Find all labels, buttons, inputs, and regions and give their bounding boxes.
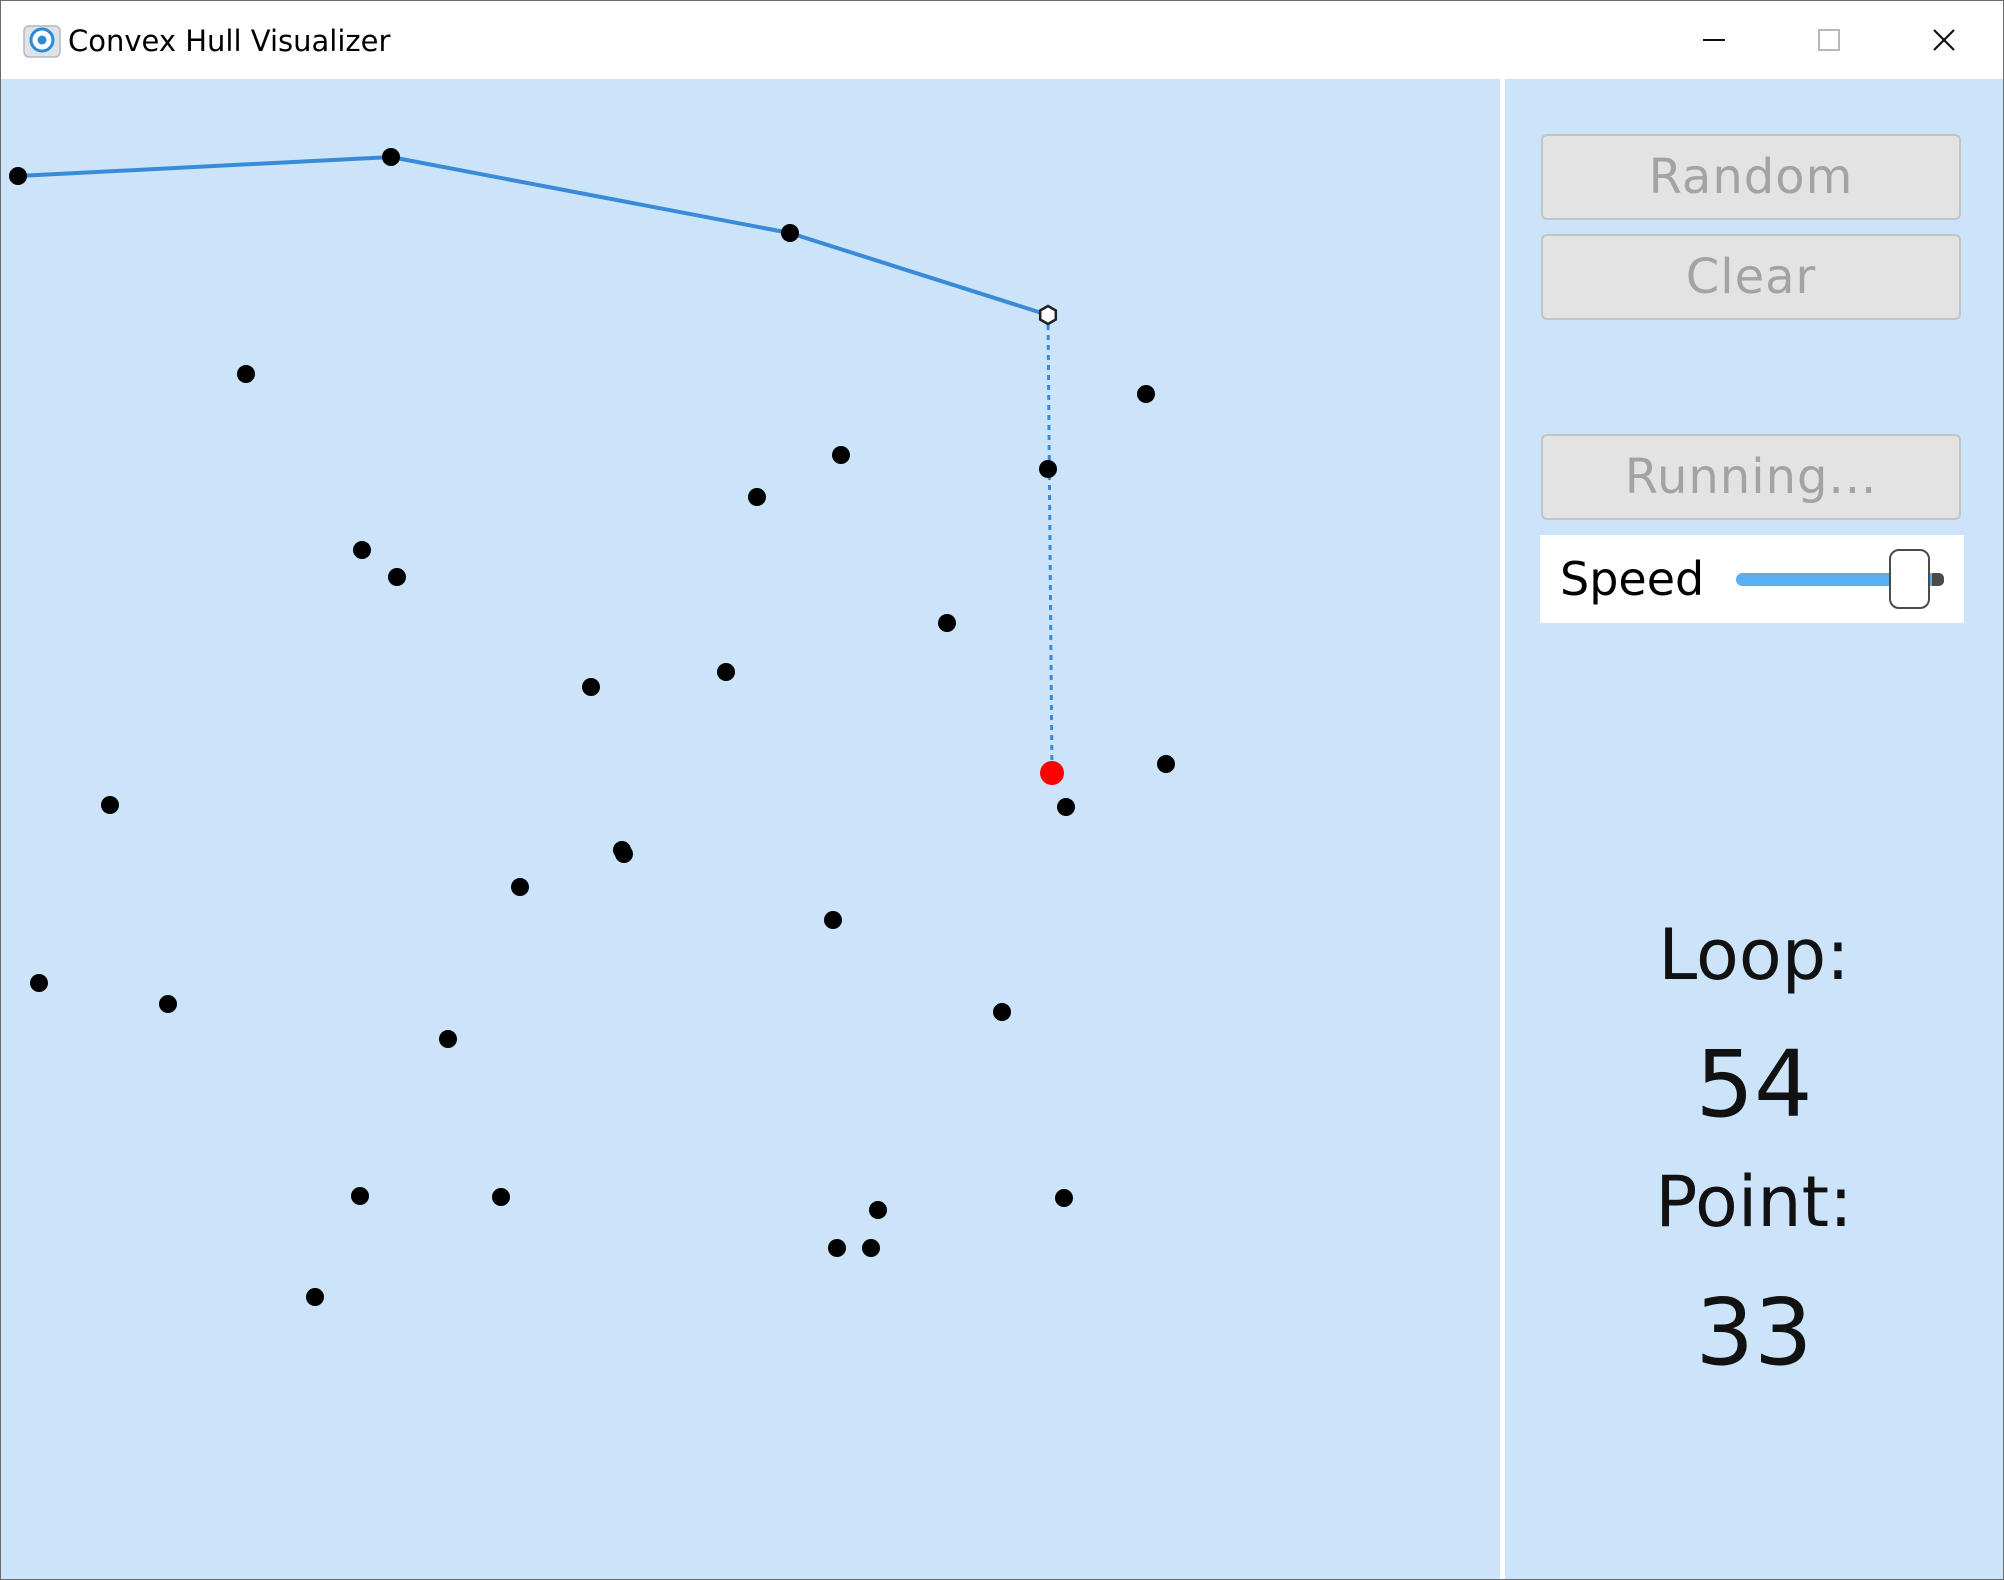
data-point	[30, 974, 48, 992]
data-point	[237, 365, 255, 383]
window-title: Convex Hull Visualizer	[68, 24, 391, 58]
app-window: Convex Hull Visualizer Random Clear Runn…	[0, 0, 2004, 1580]
title-bar[interactable]: Convex Hull Visualizer	[1, 1, 2003, 79]
clear-button[interactable]: Clear	[1541, 234, 1961, 320]
data-point	[832, 446, 850, 464]
data-point	[306, 1288, 324, 1306]
point-value: 33	[1695, 1279, 1813, 1386]
maximize-button[interactable]	[1771, 1, 1886, 79]
loop-value: 54	[1695, 1031, 1813, 1138]
data-point	[824, 911, 842, 929]
data-point	[938, 614, 956, 632]
speed-control: Speed	[1540, 535, 1964, 623]
data-point	[511, 878, 529, 896]
data-point	[492, 1188, 510, 1206]
data-point	[1055, 1189, 1073, 1207]
data-point	[862, 1239, 880, 1257]
minimize-icon	[1702, 38, 1725, 42]
data-point	[1039, 460, 1057, 478]
data-point	[717, 663, 735, 681]
close-icon	[1932, 28, 1956, 52]
current-point	[1040, 761, 1064, 785]
speed-slider-thumb[interactable]	[1889, 549, 1930, 609]
data-point	[582, 678, 600, 696]
control-panel: Random Clear Running... Speed Loop: 54 P…	[1505, 79, 2003, 1579]
candidate-line	[1046, 314, 1054, 774]
drawing-canvas[interactable]	[1, 79, 1500, 1579]
hull-polyline	[17, 155, 1049, 317]
random-button[interactable]: Random	[1541, 134, 1961, 220]
app-icon	[23, 23, 61, 59]
point-label: Point:	[1655, 1161, 1853, 1243]
speed-label: Speed	[1560, 552, 1705, 606]
data-point	[439, 1030, 457, 1048]
data-point	[1057, 798, 1075, 816]
loop-label: Loop:	[1658, 914, 1850, 996]
speed-slider-end	[1932, 573, 1944, 586]
data-point	[101, 796, 119, 814]
data-point	[1137, 385, 1155, 403]
hull-plot[interactable]	[1, 79, 1500, 1579]
minimize-button[interactable]	[1656, 1, 1771, 79]
hull-candidate-marker	[1038, 304, 1058, 326]
data-point	[9, 167, 27, 185]
data-point	[615, 845, 633, 863]
data-point	[159, 995, 177, 1013]
run-button[interactable]: Running...	[1541, 434, 1961, 520]
data-point	[828, 1239, 846, 1257]
data-point	[382, 148, 400, 166]
data-point	[1157, 755, 1175, 773]
data-point	[388, 568, 406, 586]
data-point	[781, 224, 799, 242]
data-point	[993, 1003, 1011, 1021]
data-point	[351, 1187, 369, 1205]
maximize-icon	[1817, 29, 1840, 51]
data-point	[748, 488, 766, 506]
data-point	[869, 1201, 887, 1219]
close-button[interactable]	[1886, 1, 2001, 79]
data-point	[353, 541, 371, 559]
